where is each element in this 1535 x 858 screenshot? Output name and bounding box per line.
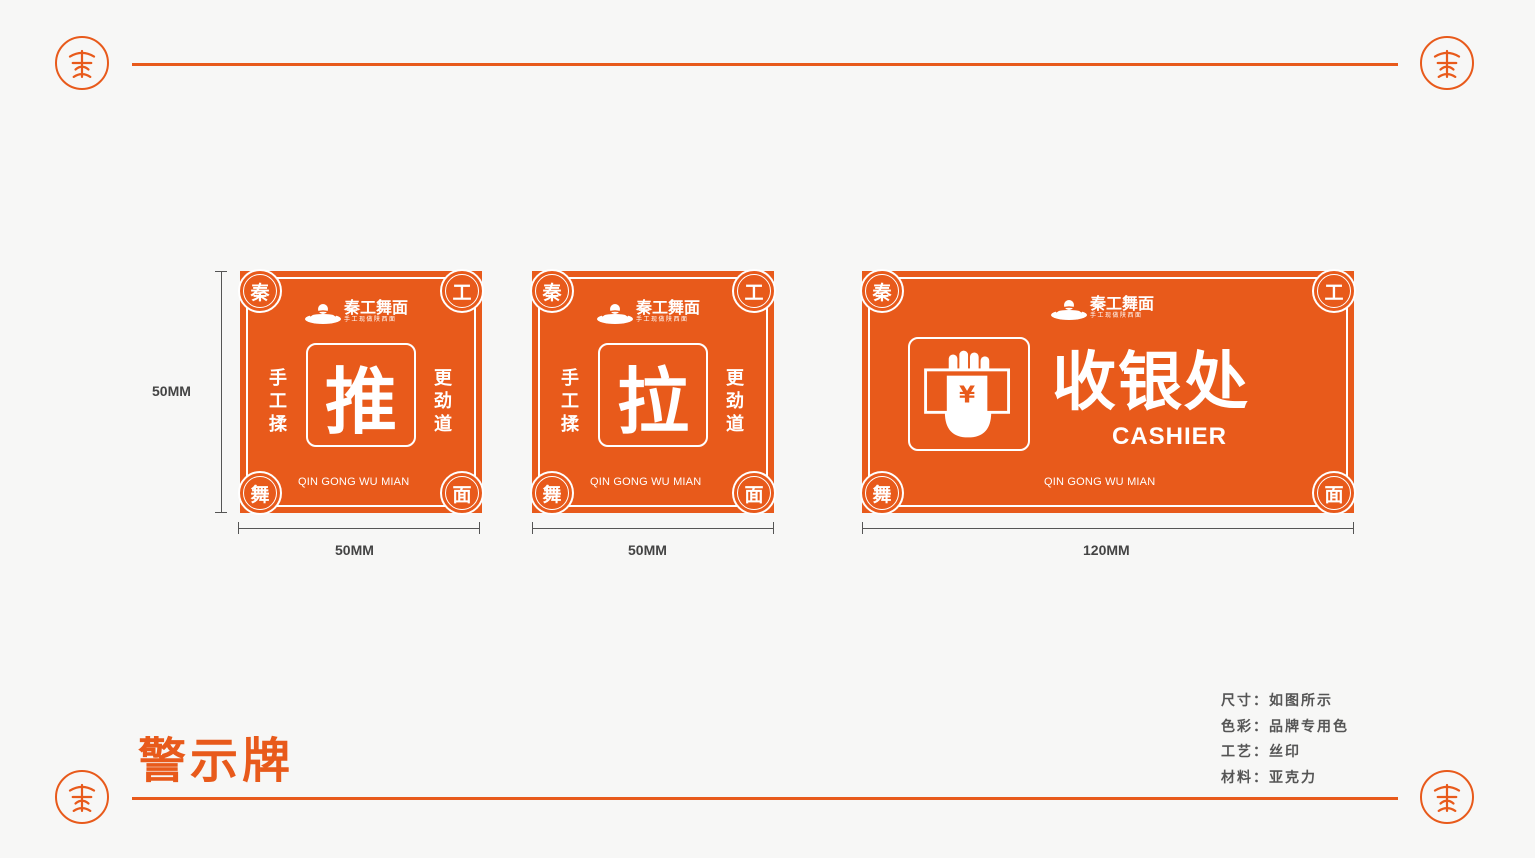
width-dimension-line bbox=[862, 528, 1354, 529]
width-label: 50MM bbox=[335, 542, 374, 558]
seal-icon-bottom-right bbox=[1420, 770, 1474, 824]
corner-seal: 秦 bbox=[238, 269, 282, 313]
left-vertical-text: 手工揉 bbox=[269, 368, 287, 435]
width-label: 50MM bbox=[628, 542, 667, 558]
brand-logo: 秦工舞面 手工现做陕西面 bbox=[304, 299, 408, 324]
dimension-tick bbox=[773, 522, 774, 534]
main-character: 拉 bbox=[598, 343, 708, 447]
cashier-sign: 秦 工 舞 面 秦工舞面 手工现做陕西面 ¥ 收银处 CASHIER QIN G… bbox=[860, 269, 1356, 515]
brand-pinyin: QIN GONG WU MIAN bbox=[298, 476, 410, 488]
width-dimension-line bbox=[238, 528, 480, 529]
height-dimension-line bbox=[221, 271, 222, 513]
page-title: 警示牌 bbox=[138, 733, 295, 789]
brand-logo: 秦工舞面 手工现做陕西面 bbox=[596, 299, 700, 324]
seal-icon-top-left bbox=[55, 36, 109, 90]
seal-icon-top-right bbox=[1420, 36, 1474, 90]
right-vertical-text: 更劲道 bbox=[434, 368, 452, 435]
dimension-tick bbox=[238, 522, 239, 534]
width-dimension-line bbox=[532, 528, 774, 529]
spec-size: 尺寸：如图所示 bbox=[1221, 693, 1333, 709]
spec-list: 尺寸：如图所示 色彩：品牌专用色 工艺：丝印 材料：亚克力 bbox=[1221, 689, 1349, 791]
spec-color: 色彩：品牌专用色 bbox=[1221, 718, 1349, 735]
corner-seal: 面 bbox=[440, 471, 484, 515]
corner-seal: 舞 bbox=[530, 471, 574, 515]
corner-seal: 舞 bbox=[860, 471, 904, 515]
bottom-rule bbox=[132, 797, 1398, 800]
dimension-tick bbox=[479, 522, 480, 534]
corner-seal: 秦 bbox=[530, 269, 574, 313]
cashier-title: 收银处 bbox=[1052, 345, 1250, 420]
logo-tagline: 手工现做陕西面 bbox=[636, 316, 689, 323]
logo-brand: 秦工舞面 bbox=[344, 298, 409, 317]
brand-logo: 秦工舞面 手工现做陕西面 bbox=[1050, 295, 1154, 320]
corner-seal: 面 bbox=[732, 471, 776, 515]
corner-seal: 舞 bbox=[238, 471, 282, 515]
logo-tagline: 手工现做陕西面 bbox=[1090, 312, 1143, 319]
svg-text:¥: ¥ bbox=[959, 383, 975, 409]
pull-sign: 秦 工 舞 面 秦工舞面 手工现做陕西面 手工揉 拉 更劲道 QIN GONG … bbox=[530, 269, 776, 515]
seal-icon-bottom-left bbox=[55, 770, 109, 824]
logo-tagline: 手工现做陕西面 bbox=[344, 316, 397, 323]
brand-pinyin: QIN GONG WU MIAN bbox=[1044, 476, 1156, 488]
top-rule bbox=[132, 63, 1398, 66]
main-character: 推 bbox=[306, 343, 416, 447]
dimension-tick bbox=[1353, 522, 1354, 534]
spec-material: 材料：亚克力 bbox=[1221, 769, 1317, 786]
dimension-tick bbox=[215, 512, 227, 513]
chef-logo-icon bbox=[1051, 299, 1087, 320]
brand-pinyin: QIN GONG WU MIAN bbox=[590, 476, 702, 488]
spec-process: 工艺：丝印 bbox=[1221, 744, 1301, 760]
push-sign: 秦 工 舞 面 秦工舞面 手工现做陕西面 手工揉 推 更劲道 QIN GONG … bbox=[238, 269, 484, 515]
logo-brand: 秦工舞面 bbox=[636, 298, 701, 317]
left-vertical-text: 手工揉 bbox=[561, 368, 579, 435]
cashier-hand-yen-icon: ¥ bbox=[908, 337, 1030, 451]
dimension-tick bbox=[532, 522, 533, 534]
corner-seal: 秦 bbox=[860, 269, 904, 313]
right-vertical-text: 更劲道 bbox=[726, 368, 744, 435]
corner-seal: 面 bbox=[1312, 471, 1356, 515]
dimension-tick bbox=[215, 271, 227, 272]
chef-logo-icon bbox=[597, 303, 633, 324]
corner-seal: 工 bbox=[732, 269, 776, 313]
cashier-english: CASHIER bbox=[1112, 423, 1228, 450]
corner-seal: 工 bbox=[440, 269, 484, 313]
logo-brand: 秦工舞面 bbox=[1090, 294, 1155, 313]
height-label: 50MM bbox=[152, 383, 191, 399]
width-label: 120MM bbox=[1083, 542, 1130, 558]
corner-seal: 工 bbox=[1312, 269, 1356, 313]
chef-logo-icon bbox=[305, 303, 341, 324]
dimension-tick bbox=[862, 522, 863, 534]
